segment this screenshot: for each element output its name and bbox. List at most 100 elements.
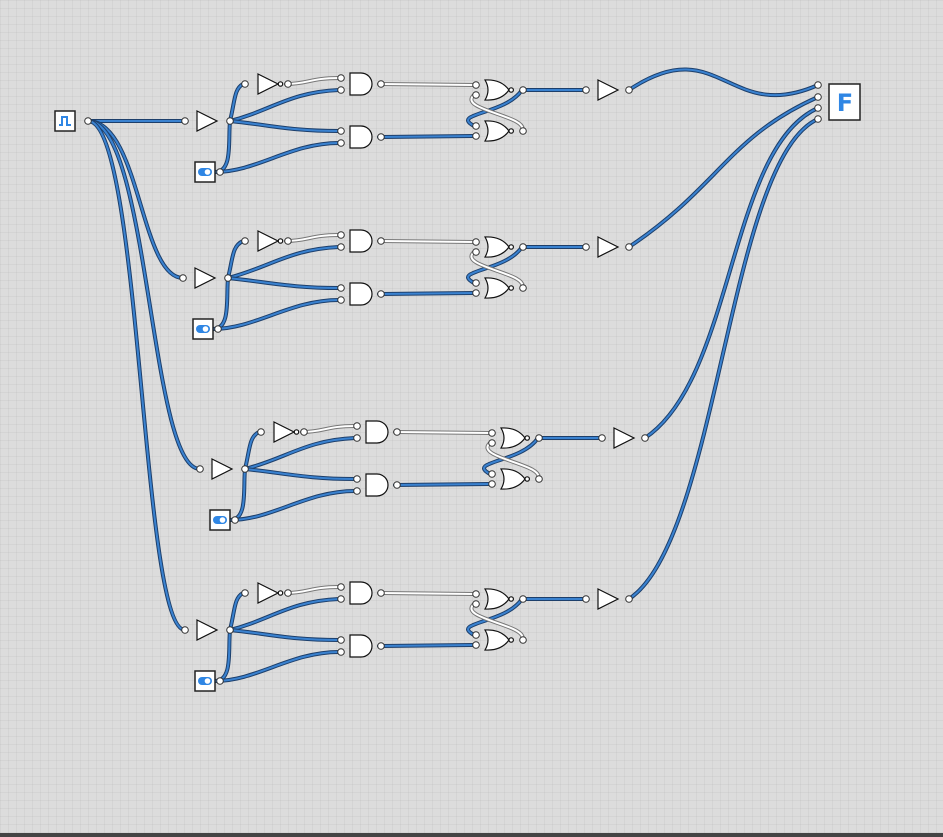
nor-gate-1a-in1-pin[interactable] (472, 81, 480, 89)
nor-gate-2b-in2-pin[interactable] (472, 289, 480, 297)
and-gate-3b-out-pin[interactable] (393, 481, 401, 489)
nor-gate-2a-in1-pin[interactable] (472, 238, 480, 246)
input-buffer-2-in-pin[interactable] (179, 274, 187, 282)
input-buffer-1-in-pin[interactable] (181, 117, 189, 125)
wire-switch-to-buffer-3[interactable] (228, 467, 247, 522)
input-buffer-2-out-pin[interactable] (224, 274, 232, 282)
and-gate-1b[interactable] (349, 125, 373, 149)
and-gate-1b-in1-pin[interactable] (337, 127, 345, 135)
nor-gate-1b[interactable] (483, 120, 515, 142)
wire-buffer-to-and2-4[interactable] (228, 628, 341, 642)
toggle-switch-4[interactable] (194, 670, 216, 692)
wire-not-to-and1-1[interactable] (284, 76, 341, 86)
nor-gate-1a-in2-pin[interactable] (472, 91, 480, 99)
wire-buffer-to-and1-4[interactable] (228, 597, 341, 632)
not-gate-3-out-pin[interactable] (300, 428, 308, 436)
wire-buffer-to-and2-3[interactable] (243, 467, 357, 481)
and-gate-3a-out-pin[interactable] (393, 428, 401, 436)
wire-not-to-and1-2[interactable] (284, 233, 341, 243)
nor-gate-2b[interactable] (483, 277, 515, 299)
and-gate-4a-in2-pin[interactable] (337, 595, 345, 603)
nor-gate-1b-in2-pin[interactable] (472, 132, 480, 140)
and-gate-4a-out-pin[interactable] (377, 589, 385, 597)
wire-switch-to-buffer-1[interactable] (213, 119, 232, 174)
nor-gate-3b-in1-pin[interactable] (488, 470, 496, 478)
not-gate-2-out-pin[interactable] (284, 237, 292, 245)
output-buffer-3-out-pin[interactable] (641, 434, 649, 442)
nor-gate-4a-out-pin[interactable] (519, 595, 527, 603)
clock-input[interactable] (54, 110, 76, 132)
and-gate-4b-out-pin[interactable] (377, 642, 385, 650)
and-gate-4b-in1-pin[interactable] (337, 636, 345, 644)
nor-gate-1a-out-pin[interactable] (519, 86, 527, 94)
and-gate-4b-in2-pin[interactable] (337, 648, 345, 656)
input-buffer-3-out-pin[interactable] (241, 465, 249, 473)
wire-buffer-to-not-1[interactable] (228, 82, 245, 123)
wire-switch-to-and2-1[interactable] (213, 141, 341, 174)
and-gate-2b-out-pin[interactable] (377, 290, 385, 298)
and-gate-3b-in2-pin[interactable] (353, 487, 361, 495)
input-buffer-4-in-pin[interactable] (181, 626, 189, 634)
and-gate-1a-in1-pin[interactable] (337, 74, 345, 82)
nor-gate-4a[interactable] (483, 588, 515, 610)
and-gate-3a-in1-pin[interactable] (353, 422, 361, 430)
and-gate-2a-in1-pin[interactable] (337, 231, 345, 239)
not-gate-4-out-pin[interactable] (284, 589, 292, 597)
wire-stage-1-to-output[interactable] (627, 67, 820, 98)
output-buffer-2-in-pin[interactable] (582, 243, 590, 251)
and-gate-1a-in2-pin[interactable] (337, 86, 345, 94)
wire-not-to-and1-3[interactable] (300, 424, 357, 434)
toggle-switch-1[interactable] (194, 161, 216, 183)
toggle-switch-2-pin[interactable] (214, 325, 222, 333)
not-gate-1-in-pin[interactable] (241, 80, 249, 88)
nor-gate-2b-out-pin[interactable] (519, 284, 527, 292)
and-gate-1a-out-pin[interactable] (377, 80, 385, 88)
and-gate-3a-in2-pin[interactable] (353, 434, 361, 442)
wire-buffer-to-and2-1[interactable] (228, 119, 341, 133)
and-gate-2b-in2-pin[interactable] (337, 296, 345, 304)
and-gate-2a-in2-pin[interactable] (337, 243, 345, 251)
wire-switch-to-buffer-2[interactable] (211, 276, 230, 331)
and-gate-1b-in2-pin[interactable] (337, 139, 345, 147)
nor-gate-2a-out-pin[interactable] (519, 243, 527, 251)
not-gate-4[interactable] (257, 582, 284, 604)
wire-not-to-and1-4[interactable] (284, 585, 341, 595)
and-gate-2a-out-pin[interactable] (377, 237, 385, 245)
nor-gate-4b-out-pin[interactable] (519, 636, 527, 644)
toggle-switch-3[interactable] (209, 509, 231, 531)
output-pin-1[interactable] (814, 81, 822, 89)
output-buffer-2-out-pin[interactable] (625, 243, 633, 251)
not-gate-2[interactable] (257, 230, 284, 252)
input-buffer-4-out-pin[interactable] (226, 626, 234, 634)
nor-gate-1b-out-pin[interactable] (519, 127, 527, 135)
nor-gate-1a[interactable] (483, 79, 515, 101)
and-gate-1b-out-pin[interactable] (377, 133, 385, 141)
wire-and2-to-nor2-4[interactable] (377, 643, 476, 648)
not-gate-2-in-pin[interactable] (241, 237, 249, 245)
input-buffer-3-in-pin[interactable] (196, 465, 204, 473)
wire-clock-to-stage-2[interactable] (86, 119, 185, 280)
and-gate-4a-in1-pin[interactable] (337, 583, 345, 591)
input-buffer-1[interactable] (196, 110, 219, 132)
wire-and2-to-nor2-2[interactable] (377, 291, 476, 296)
output-buffer-1[interactable] (597, 79, 620, 101)
circuit-canvas[interactable]: F (0, 0, 943, 833)
nor-gate-3a-in1-pin[interactable] (488, 429, 496, 437)
wire-and2-to-nor2-3[interactable] (393, 482, 492, 487)
wire-and1-to-nor1-3[interactable] (393, 430, 492, 435)
toggle-switch-2[interactable] (192, 318, 214, 340)
output-buffer-4-in-pin[interactable] (582, 595, 590, 603)
not-gate-3[interactable] (273, 421, 300, 443)
and-gate-3b[interactable] (365, 473, 389, 497)
output-pin-3[interactable] (814, 104, 822, 112)
nor-gate-3a-in2-pin[interactable] (488, 439, 496, 447)
output-buffer-4[interactable] (597, 588, 620, 610)
not-gate-4-in-pin[interactable] (241, 589, 249, 597)
nor-gate-2b-in1-pin[interactable] (472, 279, 480, 287)
nor-gate-3b-in2-pin[interactable] (488, 480, 496, 488)
toggle-switch-3-pin[interactable] (231, 516, 239, 524)
nor-gate-2a[interactable] (483, 236, 515, 258)
nor-gate-4a-in1-pin[interactable] (472, 590, 480, 598)
wire-and2-to-nor2-1[interactable] (377, 134, 476, 139)
wire-switch-to-and2-3[interactable] (228, 489, 357, 522)
